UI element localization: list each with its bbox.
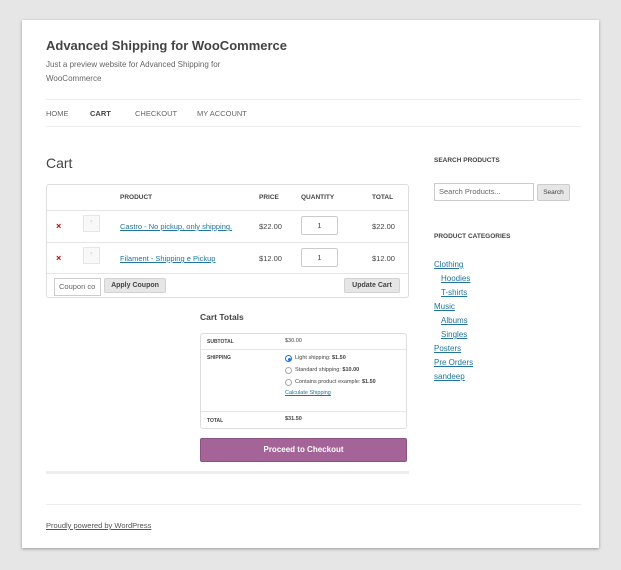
cart-actions: Coupon co Apply Coupon Update Cart: [47, 273, 408, 298]
quantity-field[interactable]: 1: [301, 248, 338, 267]
cart-totals-table: SUBTOTAL $30.00 SHIPPING Light shipping:…: [200, 333, 407, 429]
footer-credit-link[interactable]: Proudly powered by WordPress: [46, 521, 151, 530]
update-cart-button[interactable]: Update Cart: [344, 278, 400, 293]
shipping-option-light: Light shipping: $1.50: [295, 355, 346, 361]
proceed-to-checkout-button[interactable]: Proceed to Checkout: [200, 438, 407, 462]
product-price: $12.00: [259, 254, 282, 263]
product-thumbnail[interactable]: ▫: [83, 247, 100, 264]
quantity-field[interactable]: 1: [301, 216, 338, 235]
apply-coupon-button[interactable]: Apply Coupon: [104, 278, 166, 293]
header-total: TOTAL: [372, 194, 394, 201]
cart-totals-title: Cart Totals: [200, 312, 244, 322]
search-button[interactable]: Search: [537, 184, 570, 201]
shipping-radio-standard[interactable]: [285, 367, 292, 374]
coupon-input[interactable]: Coupon co: [54, 278, 101, 296]
table-row: × ▫ Filament - Shipping e Pickup $12.00 …: [47, 242, 408, 273]
site-title[interactable]: Advanced Shipping for WooCommerce: [46, 38, 287, 53]
divider: [201, 349, 406, 350]
divider: [46, 504, 581, 505]
shipping-option-standard: Standard shipping: $10.00: [295, 367, 360, 373]
main-nav: HOME CART CHECKOUT MY ACCOUNT: [46, 99, 581, 127]
remove-icon[interactable]: ×: [56, 253, 61, 263]
category-pre-orders[interactable]: Pre Orders: [434, 358, 473, 367]
page-container: Advanced Shipping for WooCommerce Just a…: [22, 20, 599, 548]
shipping-option-contains: Contains product example: $1.50: [295, 379, 376, 385]
divider: [46, 471, 409, 474]
row-total: $12.00: [372, 254, 395, 263]
shipping-radio-contains[interactable]: [285, 379, 292, 386]
category-singles[interactable]: Singles: [441, 330, 467, 339]
product-link[interactable]: Castro - No pickup, only shipping.: [120, 222, 232, 231]
nav-cart[interactable]: CART: [90, 109, 111, 118]
search-widget-title: SEARCH PRODUCTS: [434, 157, 500, 164]
product-link[interactable]: Filament - Shipping e Pickup: [120, 254, 215, 263]
remove-icon[interactable]: ×: [56, 221, 61, 231]
nav-checkout[interactable]: CHECKOUT: [135, 109, 177, 118]
header-price: PRICE: [259, 194, 279, 201]
divider: [201, 411, 406, 412]
row-total: $22.00: [372, 222, 395, 231]
category-posters[interactable]: Posters: [434, 344, 461, 353]
nav-home[interactable]: HOME: [46, 109, 69, 118]
total-label: TOTAL: [207, 418, 224, 424]
category-albums[interactable]: Albums: [441, 316, 468, 325]
cart-table: PRODUCT PRICE QUANTITY TOTAL × ▫ Castro …: [46, 184, 409, 298]
category-clothing[interactable]: Clothing: [434, 260, 463, 269]
category-hoodies[interactable]: Hoodies: [441, 274, 470, 283]
table-row: × ▫ Castro - No pickup, only shipping. $…: [47, 210, 408, 241]
category-music[interactable]: Music: [434, 302, 455, 311]
category-t-shirts[interactable]: T-shirts: [441, 288, 467, 297]
page-title: Cart: [46, 155, 73, 171]
category-sandeep[interactable]: sandeep: [434, 372, 465, 381]
shipping-radio-light[interactable]: [285, 355, 292, 362]
shipping-label: SHIPPING: [207, 355, 231, 361]
subtotal-value: $30.00: [285, 338, 302, 344]
total-value: $31.50: [285, 416, 302, 422]
site-description: Just a preview website for Advanced Ship…: [46, 60, 221, 83]
nav-my-account[interactable]: MY ACCOUNT: [197, 109, 247, 118]
search-input[interactable]: Search Products...: [434, 183, 534, 201]
header-quantity: QUANTITY: [301, 194, 335, 201]
categories-widget-title: PRODUCT CATEGORIES: [434, 233, 511, 240]
calculate-shipping-link[interactable]: Calculate Shipping: [285, 390, 331, 396]
header-product: PRODUCT: [120, 194, 153, 201]
subtotal-label: SUBTOTAL: [207, 339, 234, 345]
product-thumbnail[interactable]: ▫: [83, 215, 100, 232]
product-price: $22.00: [259, 222, 282, 231]
